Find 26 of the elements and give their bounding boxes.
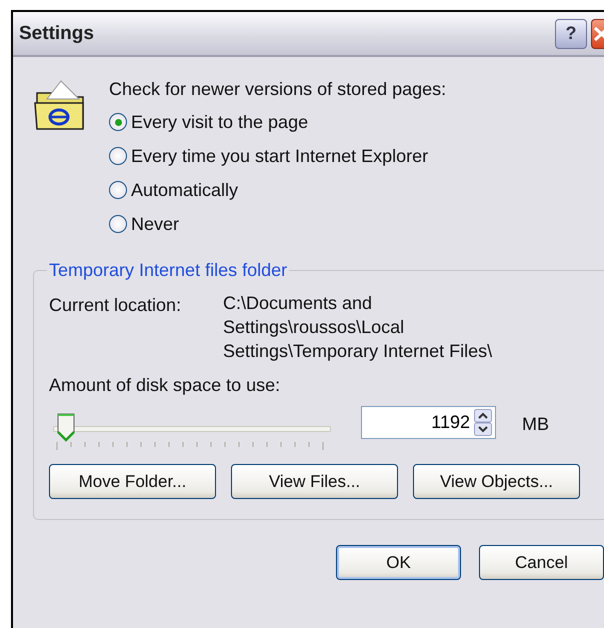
folder-action-button[interactable]: View Objects... (413, 464, 580, 499)
radio-option[interactable]: Automatically (109, 178, 446, 202)
radio-option[interactable]: Every visit to the page (109, 110, 446, 134)
window-title: Settings (19, 22, 94, 44)
unit-label: MB (522, 414, 549, 435)
slider-thumb[interactable] (56, 412, 76, 442)
folder-action-button[interactable]: View Files... (231, 464, 398, 499)
dialog-button[interactable]: Cancel (479, 545, 604, 580)
location-label: Current location: (49, 295, 182, 317)
close-button[interactable] (591, 18, 604, 48)
location-path: C:\Documents and Settings\roussos\Local Settings\Temporary Internet Files\ (223, 292, 492, 363)
radio-circle[interactable] (109, 147, 127, 165)
help-button[interactable]: ? (555, 18, 587, 48)
radio-circle[interactable] (109, 181, 127, 199)
size-input[interactable]: 1192 (362, 412, 474, 433)
spin-arrows-icon[interactable] (474, 409, 492, 436)
radio-option[interactable]: Every time you start Internet Explorer (109, 144, 446, 168)
radio-circle[interactable] (109, 215, 127, 233)
size-spinner[interactable]: 1192 (361, 406, 496, 439)
radio-circle[interactable] (109, 113, 127, 131)
radio-option[interactable]: Never (109, 212, 446, 236)
dialog-button[interactable]: OK (336, 545, 461, 580)
section-heading: Check for newer versions of stored pages: (109, 79, 446, 100)
folder-action-button[interactable]: Move Folder... (49, 464, 216, 499)
group-legend: Temporary Internet files folder (47, 260, 290, 281)
disk-space-label: Amount of disk space to use: (49, 375, 282, 396)
